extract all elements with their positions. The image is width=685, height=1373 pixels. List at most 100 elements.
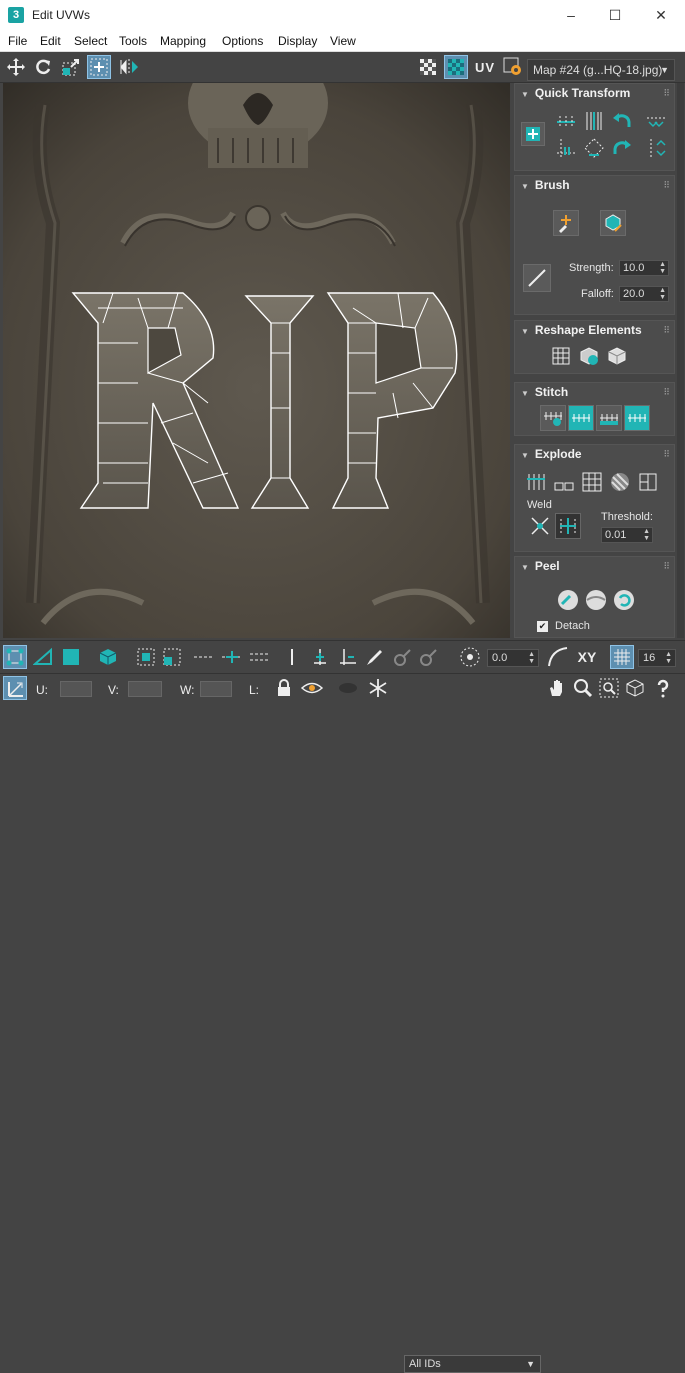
align-horizontal-button[interactable]: [553, 108, 579, 132]
help-button[interactable]: [651, 676, 675, 700]
relax-elements-button[interactable]: [576, 343, 602, 369]
w-coordinate-field[interactable]: [200, 681, 232, 697]
detach-checkbox[interactable]: ✔: [537, 621, 548, 632]
map-options-button[interactable]: [501, 55, 525, 79]
edge-mode-button[interactable]: [31, 645, 55, 669]
stitch-to-source-button[interactable]: [624, 405, 650, 431]
strength-spinner[interactable]: 10.0 ▲ ▼: [619, 260, 669, 276]
hide-show-button[interactable]: [300, 676, 324, 700]
show-map-button[interactable]: [444, 55, 468, 79]
brush-header[interactable]: ▼ Brush: [515, 176, 674, 194]
freeze-toggle-button[interactable]: [336, 676, 360, 700]
uv-axis-button[interactable]: UV: [471, 55, 499, 79]
space-horizontal-button[interactable]: [643, 108, 669, 132]
loop-button[interactable]: [192, 645, 216, 669]
weld-target-button[interactable]: [555, 513, 581, 539]
grow-ring-button[interactable]: [308, 645, 332, 669]
shrink-selection-button[interactable]: [160, 645, 184, 669]
rotate-cw-button[interactable]: [609, 136, 635, 160]
menu-edit[interactable]: Edit: [40, 34, 61, 48]
vertex-icon: [6, 648, 24, 666]
falloff-value: 20.0: [623, 288, 645, 300]
material-id-filter-dropdown[interactable]: All IDs ▼: [404, 1355, 541, 1373]
set-pivot-button[interactable]: [521, 122, 545, 146]
relax-settings-button[interactable]: [604, 343, 630, 369]
peel-mode-button[interactable]: [583, 587, 609, 613]
reset-peel-button[interactable]: [611, 587, 637, 613]
freeze-button[interactable]: [366, 676, 390, 700]
menu-tools[interactable]: Tools: [119, 34, 147, 48]
soft-selection-button[interactable]: [458, 645, 482, 669]
mirror-tool-button[interactable]: [117, 55, 141, 79]
rotate-ccw-button[interactable]: [609, 108, 635, 132]
uv-editor-viewport[interactable]: [3, 83, 510, 638]
menu-display[interactable]: Display: [278, 34, 317, 48]
grow-selection-button[interactable]: [134, 645, 158, 669]
falloff-spinner[interactable]: 20.0 ▲ ▼: [619, 286, 669, 302]
v-coordinate-field[interactable]: [128, 681, 162, 697]
move-tool-button[interactable]: [4, 55, 28, 79]
align-to-edge-button[interactable]: [553, 136, 579, 160]
rotate-angle-spinner[interactable]: 0.0 ▲ ▼: [487, 649, 539, 667]
map-selector-dropdown[interactable]: Map #24 (g...HQ-18.jpg) ▼: [527, 59, 675, 81]
shrink-loop-button[interactable]: [248, 645, 272, 669]
vertex-mode-button[interactable]: [3, 645, 27, 669]
quick-transform-header[interactable]: ▼ Quick Transform: [515, 84, 674, 102]
enlarge-brush-button[interactable]: [390, 645, 414, 669]
menu-file[interactable]: File: [8, 34, 27, 48]
weld-selected-button[interactable]: [527, 513, 553, 539]
stitch-custom-button[interactable]: [540, 405, 566, 431]
straighten-selection-button[interactable]: [548, 343, 574, 369]
grid-size-spinner[interactable]: 16 ▲ ▼: [638, 649, 676, 667]
minimize-button[interactable]: –: [548, 0, 594, 30]
zoom-extents-button[interactable]: [623, 676, 647, 700]
straighten-button[interactable]: [581, 136, 607, 160]
polygon-mode-button[interactable]: [59, 645, 83, 669]
falloff-curve-button[interactable]: [546, 645, 570, 669]
ring-button[interactable]: [280, 645, 304, 669]
rotate-tool-button[interactable]: [31, 55, 55, 79]
threshold-spinner[interactable]: 0.01 ▲ ▼: [601, 527, 653, 543]
shrink-brush-button[interactable]: [416, 645, 440, 669]
stitch-header[interactable]: ▼ Stitch: [515, 383, 674, 401]
stitch-average-button[interactable]: [596, 405, 622, 431]
menu-view[interactable]: View: [330, 34, 356, 48]
lock-selection-button[interactable]: [272, 676, 296, 700]
u-coordinate-field[interactable]: [60, 681, 92, 697]
explode-header[interactable]: ▼ Explode: [515, 445, 674, 463]
peel-header[interactable]: ▼ Peel: [515, 557, 674, 575]
flatten-by-polygon-button[interactable]: [579, 469, 605, 495]
grow-loop-button[interactable]: [220, 645, 244, 669]
maximize-button[interactable]: ☐: [592, 0, 638, 30]
menu-options[interactable]: Options: [222, 34, 263, 48]
zoom-button[interactable]: [571, 676, 595, 700]
element-mode-button[interactable]: [96, 645, 120, 669]
break-button[interactable]: [523, 469, 549, 495]
absolute-offset-mode-button[interactable]: [3, 676, 27, 700]
close-button[interactable]: ✕: [638, 0, 684, 30]
shrink-ring-button[interactable]: [336, 645, 360, 669]
detach-edge-verts-button[interactable]: [551, 469, 577, 495]
shrink-ring-icon: [340, 649, 356, 665]
relax-brush-button[interactable]: [600, 210, 626, 236]
paint-select-button[interactable]: [362, 645, 386, 669]
space-vertical-button[interactable]: [643, 136, 669, 160]
zoom-region-button[interactable]: [597, 676, 621, 700]
snap-toggle-button[interactable]: [610, 645, 634, 669]
scale-tool-button[interactable]: [59, 55, 83, 79]
stitch-to-target-button[interactable]: [568, 405, 594, 431]
pan-button[interactable]: [545, 676, 569, 700]
menu-select[interactable]: Select: [74, 34, 107, 48]
brush-falloff-type-button[interactable]: [523, 264, 551, 292]
flatten-by-smoothing-button[interactable]: [635, 469, 661, 495]
freeform-mode-button[interactable]: [87, 55, 111, 79]
rollout-scrollbar[interactable]: [677, 83, 684, 638]
show-map-checker-button[interactable]: [416, 55, 440, 79]
quick-peel-button[interactable]: [555, 587, 581, 613]
xy-coordinate-button[interactable]: XY: [572, 645, 602, 669]
paint-move-button[interactable]: [553, 210, 579, 236]
align-vertical-button[interactable]: [581, 108, 607, 132]
flatten-by-material-button[interactable]: [607, 469, 633, 495]
menu-mapping[interactable]: Mapping: [160, 34, 206, 48]
reshape-elements-header[interactable]: ▼ Reshape Elements: [515, 321, 674, 339]
